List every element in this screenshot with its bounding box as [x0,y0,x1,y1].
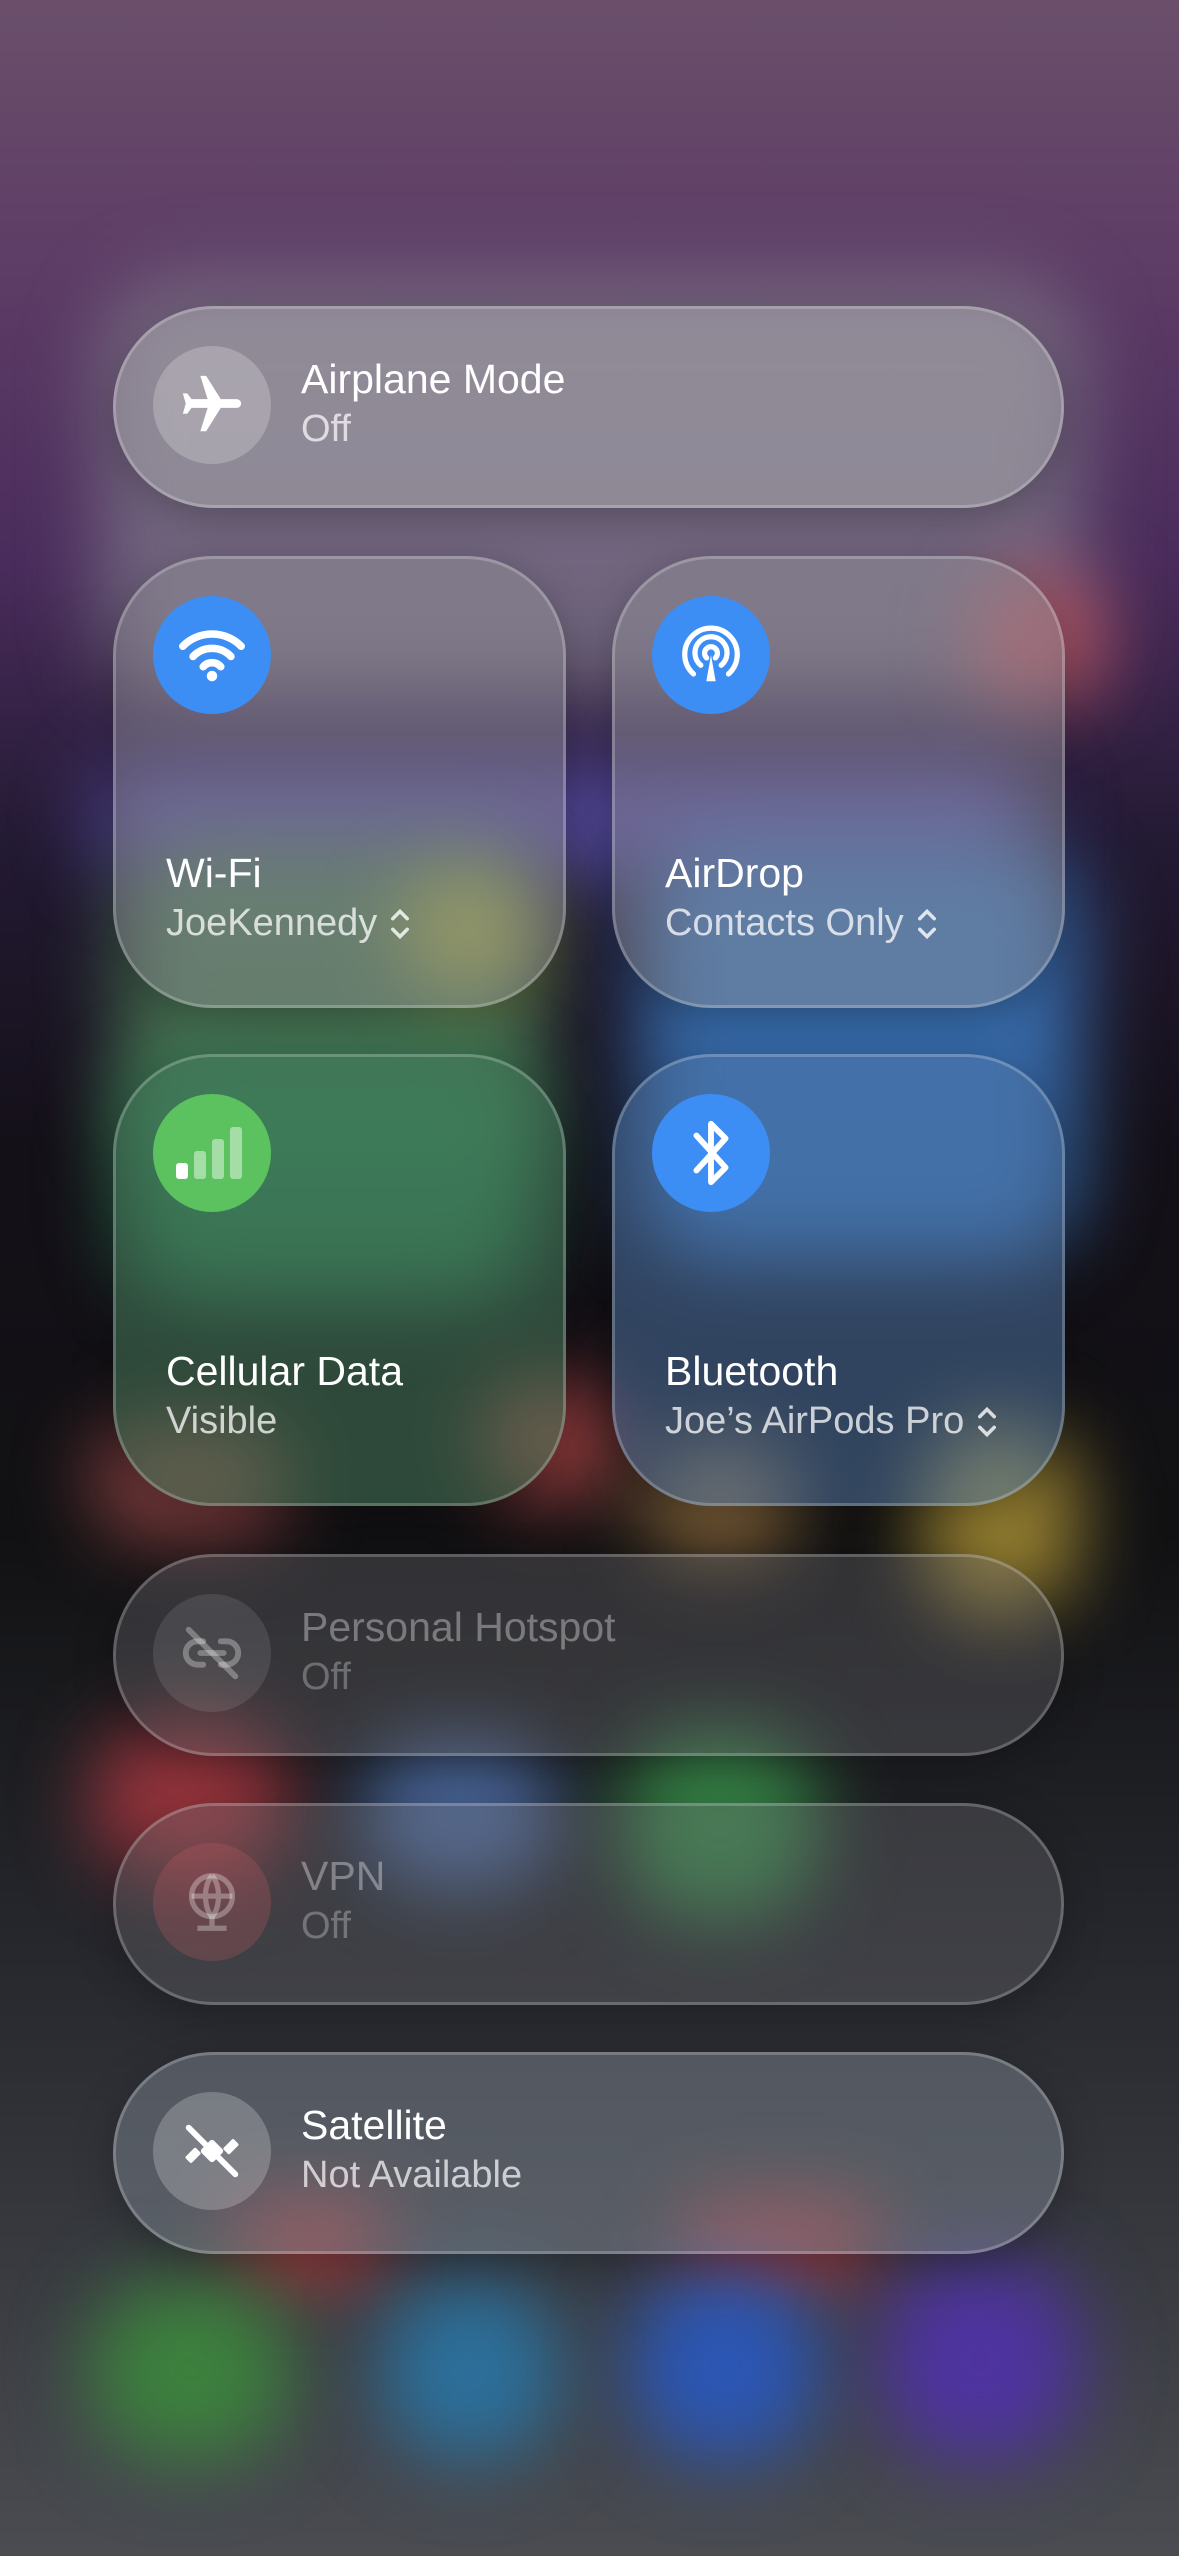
wifi-network-name: JoeKennedy [166,902,378,944]
airplane-mode-toggle[interactable]: Airplane Mode Off [113,306,1064,508]
satellite-label: Satellite [301,2102,447,2148]
bluetooth-device[interactable]: Joe’s AirPods Pro [665,1400,998,1443]
vpn-label: VPN [301,1853,386,1899]
wifi-label: Wi-Fi [166,850,262,896]
vpn-globe-icon [153,1843,271,1961]
cellular-data-tile[interactable]: Cellular Data Visible [113,1054,566,1506]
hotspot-link-icon [153,1594,271,1712]
vpn-status: Off [301,1905,351,1947]
bluetooth-label: Bluetooth [665,1348,839,1394]
airdrop-label: AirDrop [665,850,804,896]
bluetooth-tile[interactable]: Bluetooth Joe’s AirPods Pro [612,1054,1065,1506]
wifi-tile[interactable]: Wi-Fi JoeKennedy [113,556,566,1008]
airdrop-setting[interactable]: Contacts Only [665,902,938,945]
airplane-mode-label: Airplane Mode [301,356,566,402]
cellular-data-status: Visible [166,1400,278,1442]
airplane-mode-status: Off [301,408,351,450]
vpn-toggle[interactable]: VPN Off [113,1803,1064,2005]
airdrop-icon [652,596,770,714]
airdrop-status: Contacts Only [665,902,904,944]
personal-hotspot-status: Off [301,1656,351,1698]
airdrop-tile[interactable]: AirDrop Contacts Only [612,556,1065,1008]
wifi-icon [153,596,271,714]
bluetooth-icon [652,1094,770,1212]
cellular-data-label: Cellular Data [166,1348,403,1394]
chevron-updown-icon [391,908,410,939]
personal-hotspot-toggle[interactable]: Personal Hotspot Off [113,1554,1064,1756]
wifi-network[interactable]: JoeKennedy [166,902,411,945]
cellular-bars-icon [153,1094,271,1212]
airplane-icon [153,346,271,464]
satellite-off-icon [153,2092,271,2210]
personal-hotspot-label: Personal Hotspot [301,1604,616,1650]
chevron-updown-icon [978,1406,997,1437]
bluetooth-device-name: Joe’s AirPods Pro [665,1400,965,1442]
satellite-status: Not Available [301,2154,523,2196]
chevron-updown-icon [917,908,936,939]
satellite-toggle[interactable]: Satellite Not Available [113,2052,1064,2254]
